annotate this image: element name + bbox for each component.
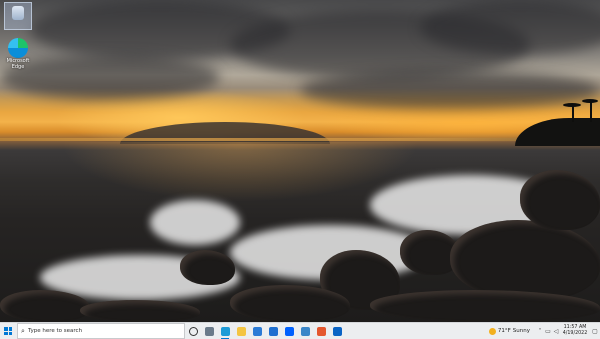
taskbar-app-edge[interactable]	[217, 323, 233, 339]
weather-temp: 71°F	[497, 328, 511, 334]
edge-icon	[220, 326, 230, 336]
windows-logo-icon	[4, 327, 12, 335]
taskbar-app-file-explorer[interactable]	[233, 323, 249, 339]
search-box[interactable]: ⌕ Type here to search	[17, 323, 185, 339]
chevron-up-icon[interactable]: ˄	[536, 328, 544, 335]
search-placeholder: Type here to search	[28, 328, 83, 334]
taskbar-app-microsoft-store[interactable]	[249, 323, 265, 339]
volume-icon[interactable]: ◁	[552, 328, 560, 335]
recycle-bin-icon	[12, 6, 24, 20]
mail-icon	[268, 326, 278, 336]
weather-widget[interactable]: 71°F Sunny	[488, 327, 530, 335]
app-settings-icon	[300, 326, 310, 336]
office-icon	[316, 326, 326, 336]
taskbar-app-office[interactable]	[313, 323, 329, 339]
dropbox-icon	[284, 326, 294, 336]
desktop-icon-recycle-bin[interactable]	[4, 2, 32, 30]
file-explorer-icon	[236, 326, 246, 336]
search-icon: ⌕	[21, 326, 25, 335]
start-button[interactable]	[0, 323, 16, 339]
taskbar-app-mail[interactable]	[265, 323, 281, 339]
outlook-icon	[332, 326, 342, 336]
edge-icon	[8, 38, 28, 58]
desktop-icon-label: Microsoft Edge	[6, 58, 30, 70]
notification-icon[interactable]: ▢	[590, 323, 600, 339]
clock-date: 4/19/2022	[562, 331, 588, 336]
clock[interactable]: 11:57 AM 4/19/2022	[560, 325, 590, 337]
taskbar: ⌕ Type here to search 71°F Sunny ˄ ▭ ◁ 1…	[0, 322, 600, 339]
taskbar-app-dropbox[interactable]	[281, 323, 297, 339]
weather-condition: Sunny	[512, 328, 530, 334]
widgets-icon	[204, 326, 214, 336]
desktop-icon-microsoft-edge[interactable]: Microsoft Edge	[3, 38, 33, 70]
desktop-wallpaper	[0, 0, 600, 322]
system-tray: 71°F Sunny ˄ ▭ ◁ 11:57 AM 4/19/2022 ▢	[488, 323, 600, 339]
microsoft-store-icon	[252, 326, 262, 336]
widgets-button[interactable]	[201, 323, 217, 339]
task-view-icon	[188, 326, 198, 336]
network-icon[interactable]: ▭	[544, 328, 552, 335]
task-view-button[interactable]	[185, 323, 201, 339]
taskbar-app-outlook[interactable]	[329, 323, 345, 339]
sun-icon	[488, 327, 496, 335]
taskbar-app-app-settings[interactable]	[297, 323, 313, 339]
